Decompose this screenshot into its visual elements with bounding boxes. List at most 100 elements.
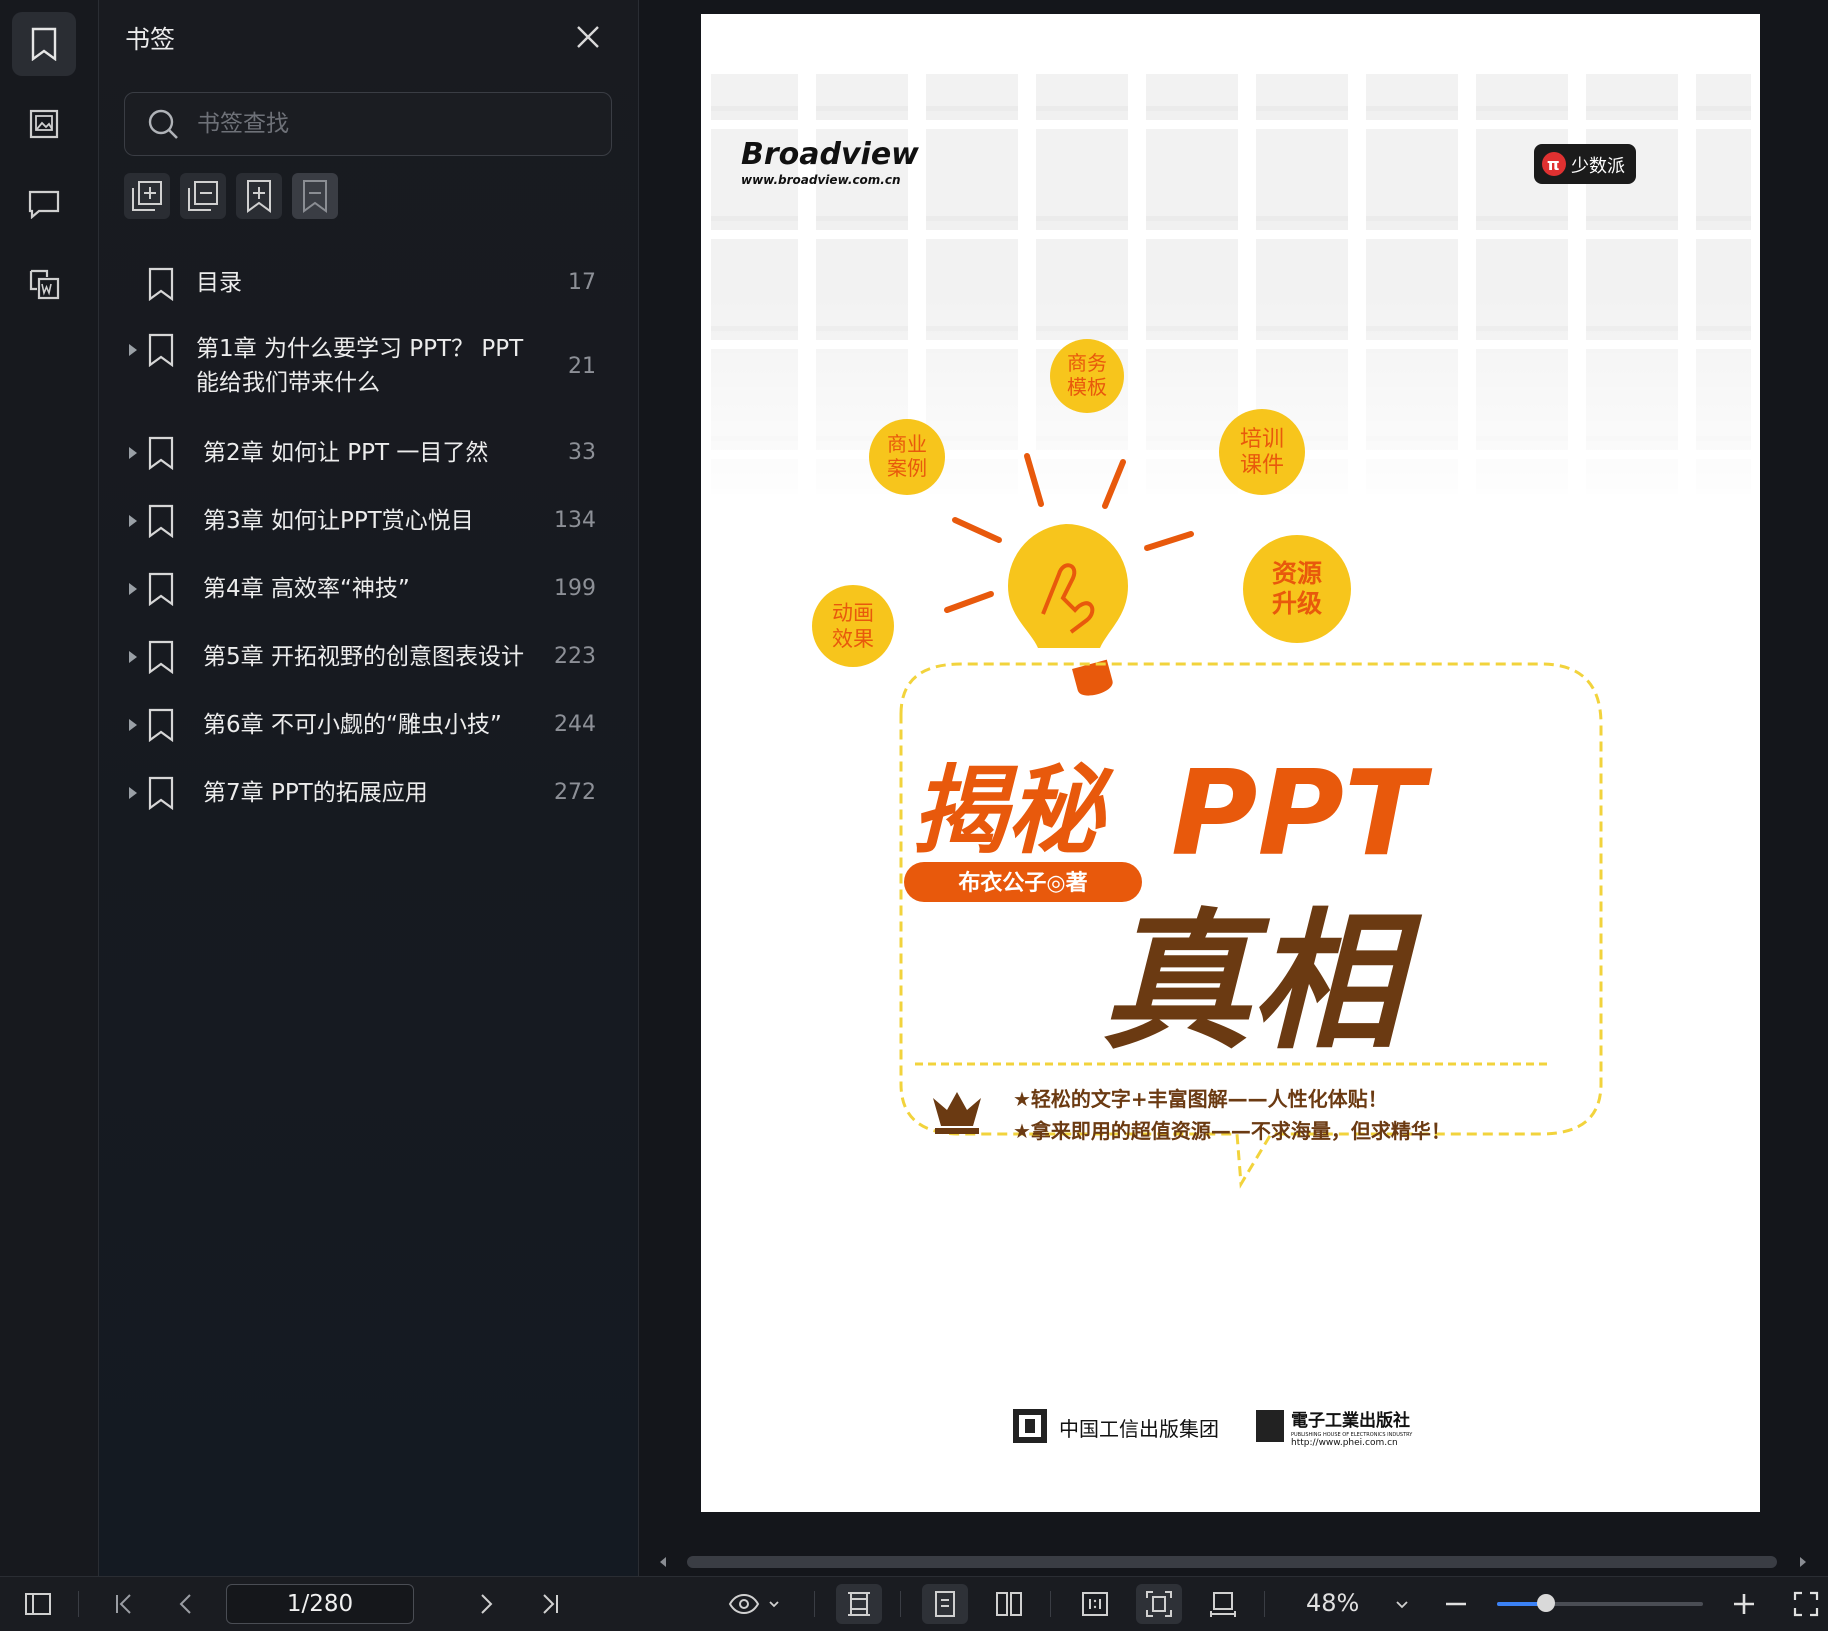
actual-size-button[interactable]	[1072, 1584, 1118, 1624]
remove-bookmark-icon	[303, 180, 327, 213]
imprint-2: 電子工業出版社	[1291, 1410, 1410, 1431]
sidebar-toggle-icon	[25, 1593, 51, 1615]
imprint-2-url: http://www.phei.com.cn	[1291, 1438, 1398, 1448]
bubble-l2: 效果	[832, 627, 874, 651]
bookmark-label: 第4章 高效率“神技”	[203, 576, 410, 602]
first-page-icon	[116, 1594, 131, 1614]
bookmark-item[interactable]: 第2章 如何让 PPT 一目了然 33	[99, 428, 638, 478]
fit-width-icon	[1210, 1592, 1236, 1617]
zoom-out-button[interactable]	[1440, 1584, 1472, 1624]
toggle-sidebar-button[interactable]	[18, 1584, 58, 1624]
cover-author: 布衣公子◎著	[958, 870, 1087, 896]
comments-tab[interactable]	[12, 172, 76, 236]
bookmark-panel: 书签 目录 17 第1章 为什么要学习 PPT？ PPT 能给我们带来什么 21…	[99, 0, 639, 1576]
zoom-slider-handle[interactable]	[1537, 1594, 1556, 1612]
fit-width-button[interactable]	[1200, 1584, 1246, 1624]
scroll-right-icon[interactable]	[1797, 1556, 1809, 1568]
bookmark-item[interactable]: 目录 17	[99, 258, 638, 308]
bookmark-item[interactable]: 第6章 不可小觑的“雕虫小技” 244	[99, 700, 638, 750]
cover-title-1: 揭秘	[911, 755, 1115, 867]
bookmark-page: 134	[554, 508, 596, 533]
bookmark-item[interactable]: 第5章 开拓视野的创意图表设计 223	[99, 632, 638, 682]
convert-tab[interactable]	[12, 252, 76, 316]
collapse-all-icon	[188, 181, 218, 211]
add-bookmark-button[interactable]	[236, 173, 282, 219]
page-number-input[interactable]: 1/280	[226, 1584, 414, 1624]
zoom-value[interactable]: 48%	[1306, 1589, 1359, 1617]
last-page-button[interactable]	[530, 1584, 570, 1624]
bookmark-page: 272	[554, 780, 596, 805]
previous-page-button[interactable]	[166, 1584, 206, 1624]
single-page-button[interactable]	[922, 1584, 968, 1624]
bookmark-label-line2: 能给我们带来什么	[196, 370, 380, 396]
zoom-dropdown[interactable]	[1390, 1584, 1414, 1624]
bookmark-icon	[148, 640, 174, 674]
document-page: Broadview www.broadview.com.cn π 少数派 商务 …	[701, 14, 1760, 1512]
bookmark-label: 第6章 不可小觑的“雕虫小技”	[203, 712, 502, 738]
cover-tagline-1: ★轻松的文字+丰富图解——人性化体贴！	[1013, 1087, 1388, 1111]
expand-arrow-icon[interactable]	[129, 344, 137, 356]
expand-arrow-icon[interactable]	[129, 719, 137, 731]
add-bookmark-icon	[247, 180, 271, 213]
bookmark-page: 199	[554, 576, 596, 601]
continuous-scroll-icon	[848, 1592, 870, 1616]
expand-all-button[interactable]	[124, 173, 170, 219]
bubble-l2: 模板	[1067, 375, 1107, 399]
cover-title-2: PPT	[1171, 744, 1433, 882]
bubble-l1: 培训	[1240, 427, 1284, 452]
thumbnails-tab[interactable]	[12, 92, 76, 156]
bookmark-page: 33	[568, 440, 596, 465]
bookmark-search-input[interactable]	[195, 93, 599, 155]
chevron-left-icon	[179, 1594, 191, 1614]
series-badge: 少数派	[1571, 156, 1625, 177]
bottom-toolbar: 1/280 48%	[0, 1576, 1828, 1631]
expand-arrow-icon[interactable]	[129, 515, 137, 527]
bookmark-icon	[148, 436, 174, 470]
two-page-icon	[996, 1592, 1022, 1616]
horizontal-scrollbar[interactable]	[639, 1550, 1828, 1574]
bookmark-label: 第5章 开拓视野的创意图表设计	[203, 644, 524, 670]
close-panel-button[interactable]	[573, 22, 603, 52]
bookmark-item[interactable]: 第7章 PPT的拓展应用 272	[99, 768, 638, 818]
image-icon	[29, 109, 59, 139]
expand-arrow-icon[interactable]	[129, 583, 137, 595]
bookmark-page: 223	[554, 644, 596, 669]
bookmark-page: 21	[568, 354, 596, 379]
expand-arrow-icon[interactable]	[129, 447, 137, 459]
comment-icon	[28, 190, 60, 219]
bubble-l1: 商业	[887, 432, 927, 456]
collapse-all-button[interactable]	[180, 173, 226, 219]
bookmark-label: 第2章 如何让 PPT 一目了然	[203, 440, 489, 466]
remove-bookmark-button[interactable]	[292, 173, 338, 219]
two-page-button[interactable]	[986, 1584, 1032, 1624]
zoom-slider[interactable]	[1497, 1594, 1703, 1612]
icon-rail	[0, 0, 99, 1576]
bookmark-icon	[31, 27, 57, 61]
bubble-l2: 课件	[1240, 453, 1284, 478]
svg-text:π: π	[1547, 155, 1560, 174]
expand-arrow-icon[interactable]	[129, 787, 137, 799]
fullscreen-button[interactable]	[1790, 1584, 1822, 1624]
document-viewer[interactable]: Broadview www.broadview.com.cn π 少数派 商务 …	[639, 0, 1828, 1576]
panel-title: 书签	[125, 25, 176, 54]
last-page-icon	[543, 1594, 558, 1614]
zoom-in-button[interactable]	[1728, 1584, 1760, 1624]
scroll-left-icon[interactable]	[657, 1556, 669, 1568]
bookmark-item[interactable]: 第1章 为什么要学习 PPT？ PPT 能给我们带来什么 21	[99, 326, 638, 410]
bookmark-search[interactable]	[124, 92, 612, 156]
bookmark-page: 17	[568, 270, 596, 295]
expand-all-icon	[132, 181, 162, 211]
bookmark-item[interactable]: 第4章 高效率“神技” 199	[99, 564, 638, 614]
view-mode-dropdown[interactable]	[724, 1584, 784, 1624]
bookmark-page: 244	[554, 712, 596, 737]
next-page-button[interactable]	[466, 1584, 506, 1624]
continuous-scroll-button[interactable]	[836, 1584, 882, 1624]
bookmarks-tab[interactable]	[12, 12, 76, 76]
bookmark-label: 第1章 为什么要学习 PPT？ PPT	[196, 336, 524, 362]
fit-page-button[interactable]	[1136, 1584, 1182, 1624]
scrollbar-thumb[interactable]	[687, 1556, 1777, 1568]
publisher-url: www.broadview.com.cn	[741, 173, 901, 187]
first-page-button[interactable]	[104, 1584, 144, 1624]
bookmark-item[interactable]: 第3章 如何让PPT赏心悦目 134	[99, 496, 638, 546]
expand-arrow-icon[interactable]	[129, 651, 137, 663]
